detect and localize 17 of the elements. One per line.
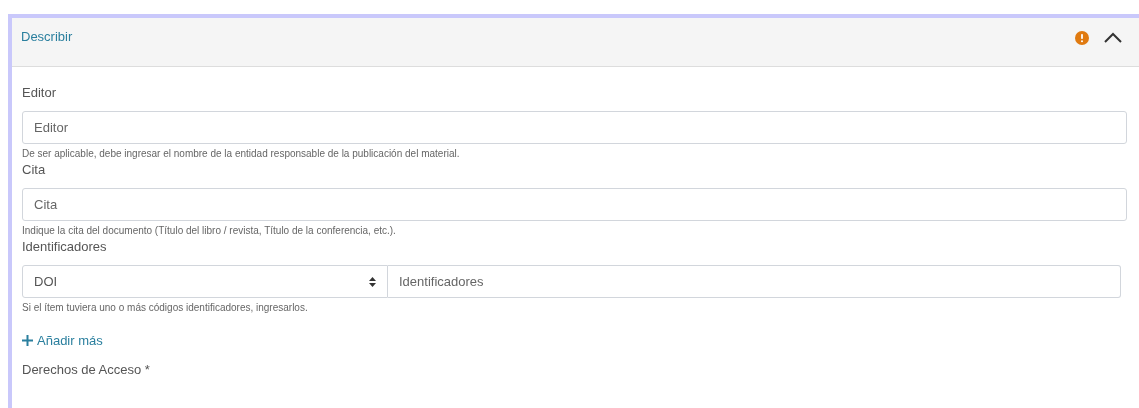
help-text: Si el ítem tuviera uno o más códigos identificadores, ingresarlos. bbox=[22, 302, 308, 313]
type-select[interactable]: DOI bbox=[22, 265, 388, 298]
help-text: Indique la cita del documento (Título del libro / revista, Título de la conferencia, etc.). bbox=[22, 225, 396, 236]
field-label: Identificadores bbox=[22, 239, 107, 254]
field-label: Editor bbox=[22, 85, 56, 100]
section-header[interactable]: Describir bbox=[12, 18, 1139, 67]
help-text: De ser aplicable, debe ingresar el nombre de la entidad responsable de la publicación del material. bbox=[22, 148, 460, 159]
chevron-up-icon[interactable] bbox=[1103, 32, 1123, 44]
field-label: Cita bbox=[22, 162, 46, 177]
plus-icon bbox=[22, 335, 33, 346]
section-title: Describir bbox=[21, 29, 73, 44]
add-more-link[interactable]: Añadir más bbox=[22, 333, 103, 348]
text-field[interactable]: Cita bbox=[22, 188, 1127, 221]
sort-icon bbox=[369, 276, 376, 287]
text-field[interactable]: Editor bbox=[22, 111, 1127, 144]
field-label: Derechos de Acceso * bbox=[22, 362, 150, 377]
identifier-field[interactable]: Identificadores bbox=[388, 265, 1121, 298]
